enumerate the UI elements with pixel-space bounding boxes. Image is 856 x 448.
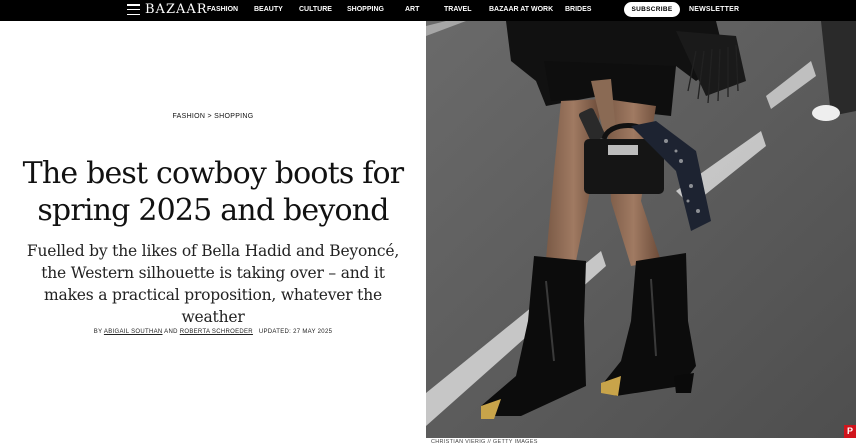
nav-link-travel[interactable]: TRAVEL [444,6,471,13]
subscribe-button[interactable]: SUBSCRIBE [624,2,680,17]
nav-link-beauty[interactable]: BEAUTY [254,6,283,13]
top-navigation: BAZAAR FASHION BEAUTY CULTURE SHOPPING A… [0,0,856,21]
nav-link-culture[interactable]: CULTURE [299,6,332,13]
breadcrumb-section-link[interactable]: FASHION [172,113,205,120]
byline-prefix: BY [93,329,103,335]
nav-link-fashion[interactable]: FASHION [207,6,238,13]
image-caption: CHRISTIAN VIERIG // GETTY IMAGES [431,439,538,445]
pinterest-icon[interactable]: P [844,425,856,438]
nav-link-art[interactable]: ART [405,6,419,13]
breadcrumb: FASHION > SHOPPING [0,113,426,120]
author-link-2[interactable]: ROBERTA SCHROEDER [180,329,253,335]
article-title: The best cowboy boots for spring 2025 an… [22,156,404,228]
updated-date: UPDATED: 27 MAY 2025 [258,329,333,335]
nav-link-bazaar-at-work[interactable]: BAZAAR AT WORK [489,6,553,13]
newsletter-link[interactable]: NEWSLETTER [689,6,739,13]
byline: BY ABIGAIL SOUTHAN AND ROBERTA SCHROEDER… [0,329,426,335]
hamburger-icon[interactable] [127,4,140,16]
site-logo[interactable]: BAZAAR [145,2,208,17]
hero-image [426,21,856,438]
byline-and: AND [164,329,178,335]
nav-link-brides[interactable]: BRIDES [565,6,591,13]
breadcrumb-subsection-link[interactable]: SHOPPING [214,113,253,120]
nav-link-shopping[interactable]: SHOPPING [347,6,384,13]
article-dek: Fuelled by the likes of Bella Hadid and … [26,242,400,326]
breadcrumb-separator: > [207,113,212,120]
author-link-1[interactable]: ABIGAIL SOUTHAN [104,329,163,335]
